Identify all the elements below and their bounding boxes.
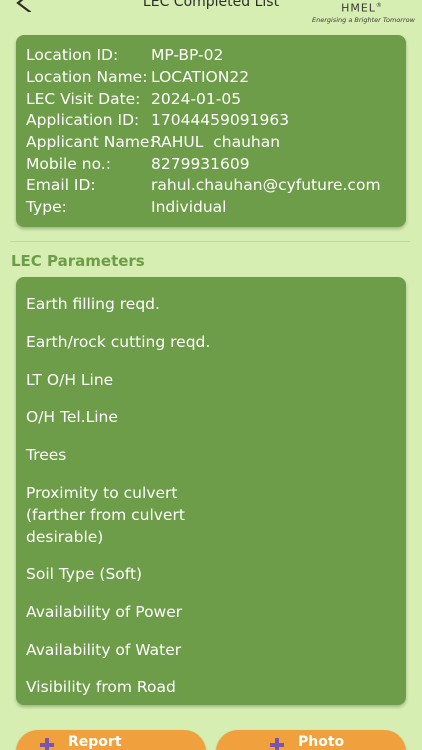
- logo-text: HMEL: [341, 1, 376, 15]
- plus-icon: [40, 738, 54, 750]
- detail-value: 17044459091963: [151, 111, 290, 129]
- detail-value: 8279931609: [151, 155, 250, 173]
- report-button-label: Report: [68, 734, 122, 750]
- detail-label: Applicant Name:: [26, 133, 155, 151]
- detail-label: Email ID:: [26, 176, 96, 194]
- detail-value: Individual: [151, 198, 227, 216]
- logo-tagline: Energising a Brighter Tomorrow: [312, 15, 415, 24]
- lec-completed-screen: LEC Completed List HMEL® Energising a Br…: [0, 0, 422, 750]
- parameter-item: Trees: [26, 446, 67, 464]
- detail-label: LEC Visit Date:: [26, 90, 141, 108]
- parameter-item: Earth filling reqd.: [26, 295, 160, 313]
- photo-button[interactable]: Photo: [216, 730, 406, 750]
- parameter-item: Availability of Water: [26, 641, 182, 659]
- detail-value: rahul.chauhan@cyfuture.com: [151, 176, 381, 194]
- parameter-item: Proximity to culvert (farther from culve…: [26, 484, 185, 546]
- section-title: LEC Parameters: [11, 252, 145, 270]
- photo-button-label: Photo: [298, 734, 345, 750]
- parameter-item: LT O/H Line: [26, 371, 114, 389]
- detail-value: MP-BP-02: [151, 46, 224, 64]
- report-button[interactable]: Report: [16, 730, 206, 750]
- application-details-card: Location ID: MP-BP-02 Location Name: LOC…: [16, 35, 406, 227]
- detail-value: LOCATION22: [151, 68, 250, 86]
- hmel-logo: HMEL® Energising a Brighter Tomorrow: [312, 1, 415, 24]
- detail-label: Application ID:: [26, 111, 140, 129]
- section-divider: [10, 241, 410, 242]
- detail-label: Type:: [26, 198, 67, 216]
- header: LEC Completed List HMEL® Energising a Br…: [0, 0, 422, 30]
- detail-label: Location Name:: [26, 68, 148, 86]
- parameter-item: Availability of Power: [26, 603, 183, 621]
- detail-label: Location ID:: [26, 46, 119, 64]
- detail-value: 2024-01-05: [151, 90, 242, 108]
- parameter-item: Earth/rock cutting reqd.: [26, 333, 211, 351]
- lec-parameters-card: Earth filling reqd. Earth/rock cutting r…: [16, 277, 406, 705]
- parameter-item: Soil Type (Soft): [26, 565, 143, 583]
- detail-value: RAHUL chauhan: [151, 133, 281, 151]
- detail-label: Mobile no.:: [26, 155, 111, 173]
- plus-icon: [270, 738, 284, 750]
- parameter-item: Visibility from Road: [26, 678, 176, 696]
- parameter-item: O/H Tel.Line: [26, 408, 118, 426]
